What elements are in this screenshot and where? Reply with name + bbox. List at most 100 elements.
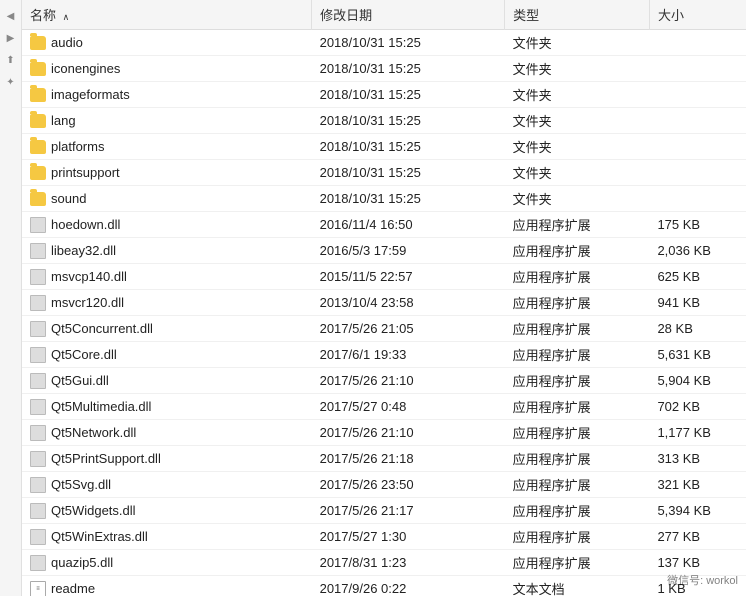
dll-icon [30,217,46,233]
file-type: 文件夹 [505,30,650,56]
table-row[interactable]: Qt5Svg.dll2017/5/26 23:50应用程序扩展321 KB [22,472,746,498]
file-type: 文件夹 [505,160,650,186]
table-row[interactable]: Qt5Multimedia.dll2017/5/27 0:48应用程序扩展702… [22,394,746,420]
table-row[interactable]: msvcp140.dll2015/11/5 22:57应用程序扩展625 KB [22,264,746,290]
file-date: 2017/5/26 21:10 [312,368,505,394]
folder-icon [30,114,46,128]
file-name: Qt5WinExtras.dll [51,529,148,544]
file-size: 1,177 KB [649,420,746,446]
table-row[interactable]: Qt5Gui.dll2017/5/26 21:10应用程序扩展5,904 KB [22,368,746,394]
dll-icon [30,295,46,311]
table-row[interactable]: ≡readme2017/9/26 0:22文本文档1 KB [22,576,746,596]
file-date: 2018/10/31 15:25 [312,82,505,108]
nav-icon-3[interactable]: ⬆ [3,52,19,68]
table-row[interactable]: Qt5WinExtras.dll 2017/5/27 1:30应用程序扩展277 … [22,524,746,550]
file-name: lang [51,113,76,128]
file-type: 应用程序扩展 [505,212,650,238]
file-size [649,134,746,160]
file-name: sound [51,191,86,206]
file-date: 2018/10/31 15:25 [312,108,505,134]
table-row[interactable]: hoedown.dll2016/11/4 16:50应用程序扩展175 KB [22,212,746,238]
dll-icon [30,243,46,259]
file-size: 5,394 KB [649,498,746,524]
file-name: msvcp140.dll [51,269,127,284]
dll-icon [30,477,46,493]
dll-icon [30,451,46,467]
file-date: 2016/11/4 16:50 [312,212,505,238]
table-row[interactable]: iconengines2018/10/31 15:25文件夹 [22,56,746,82]
file-size: 5,631 KB [649,342,746,368]
file-name: Qt5Concurrent.dll [51,321,153,336]
table-row[interactable]: audio2018/10/31 15:25文件夹 [22,30,746,56]
table-row[interactable]: Qt5Concurrent.dll2017/5/26 21:05应用程序扩展28… [22,316,746,342]
nav-icon-4[interactable]: ✦ [3,74,19,90]
file-date: 2017/8/31 1:23 [312,550,505,576]
file-name: printsupport [51,165,120,180]
table-row[interactable]: msvcr120.dll2013/10/4 23:58应用程序扩展941 KB [22,290,746,316]
file-type: 应用程序扩展 [505,550,650,576]
dll-icon [30,269,46,285]
file-size [649,30,746,56]
file-date: 2017/5/27 0:48 [312,394,505,420]
left-panel: ◀ ▶ ⬆ ✦ [0,0,22,596]
table-row[interactable]: platforms2018/10/31 15:25文件夹 [22,134,746,160]
file-type: 应用程序扩展 [505,394,650,420]
txt-icon: ≡ [30,581,46,596]
file-type: 应用程序扩展 [505,446,650,472]
file-date: 2013/10/4 23:58 [312,290,505,316]
table-row[interactable]: imageformats2018/10/31 15:25文件夹 [22,82,746,108]
file-name: quazip5.dll [51,555,113,570]
file-size: 5,904 KB [649,368,746,394]
file-size: 625 KB [649,264,746,290]
file-name: Qt5Core.dll [51,347,117,362]
file-date: 2016/5/3 17:59 [312,238,505,264]
file-type: 文件夹 [505,134,650,160]
dll-icon [30,347,46,363]
file-date: 2018/10/31 15:25 [312,134,505,160]
file-type: 应用程序扩展 [505,238,650,264]
table-row[interactable]: libeay32.dll2016/5/3 17:59应用程序扩展2,036 KB [22,238,746,264]
col-header-size[interactable]: 大小 [649,0,746,30]
folder-icon [30,192,46,206]
table-row[interactable]: sound2018/10/31 15:25文件夹 [22,186,746,212]
table-row[interactable]: Qt5Core.dll2017/6/1 19:33应用程序扩展5,631 KB [22,342,746,368]
file-size: 321 KB [649,472,746,498]
file-type: 文件夹 [505,82,650,108]
file-date: 2017/5/26 21:18 [312,446,505,472]
dll-icon [30,399,46,415]
file-type: 应用程序扩展 [505,264,650,290]
table-row[interactable]: Qt5Network.dll2017/5/26 21:10应用程序扩展1,177… [22,420,746,446]
file-date: 2017/5/27 1:30 [312,524,505,550]
file-type: 文件夹 [505,56,650,82]
file-date: 2018/10/31 15:25 [312,56,505,82]
file-size: 1 KB [649,576,746,596]
table-row[interactable]: printsupport2018/10/31 15:25文件夹 [22,160,746,186]
file-type: 应用程序扩展 [505,498,650,524]
file-size [649,186,746,212]
file-type: 应用程序扩展 [505,316,650,342]
col-header-name[interactable]: 名称 ∧ [22,0,312,30]
nav-icon-1[interactable]: ◀ [3,8,19,24]
col-header-date[interactable]: 修改日期 [312,0,505,30]
table-row[interactable]: Qt5Widgets.dll2017/5/26 21:17应用程序扩展5,394… [22,498,746,524]
dll-icon [30,321,46,337]
file-size: 941 KB [649,290,746,316]
table-row[interactable]: Qt5PrintSupport.dll2017/5/26 21:18应用程序扩展… [22,446,746,472]
file-type: 文件夹 [505,108,650,134]
file-name: msvcr120.dll [51,295,124,310]
file-name: Qt5Svg.dll [51,477,111,492]
file-size: 277 KB [649,524,746,550]
file-name: Qt5Network.dll [51,425,136,440]
file-type: 应用程序扩展 [505,524,650,550]
file-date: 2017/5/26 21:17 [312,498,505,524]
nav-icon-2[interactable]: ▶ [3,30,19,46]
file-date: 2018/10/31 15:25 [312,30,505,56]
col-header-type[interactable]: 类型 [505,0,650,30]
file-name: libeay32.dll [51,243,116,258]
table-row[interactable]: lang 2018/10/31 15:25文件夹 [22,108,746,134]
file-name: Qt5Multimedia.dll [51,399,151,414]
table-row[interactable]: quazip5.dll2017/8/31 1:23应用程序扩展137 KB [22,550,746,576]
sort-arrow: ∧ [63,12,70,23]
file-size: 313 KB [649,446,746,472]
dll-icon [30,503,46,519]
